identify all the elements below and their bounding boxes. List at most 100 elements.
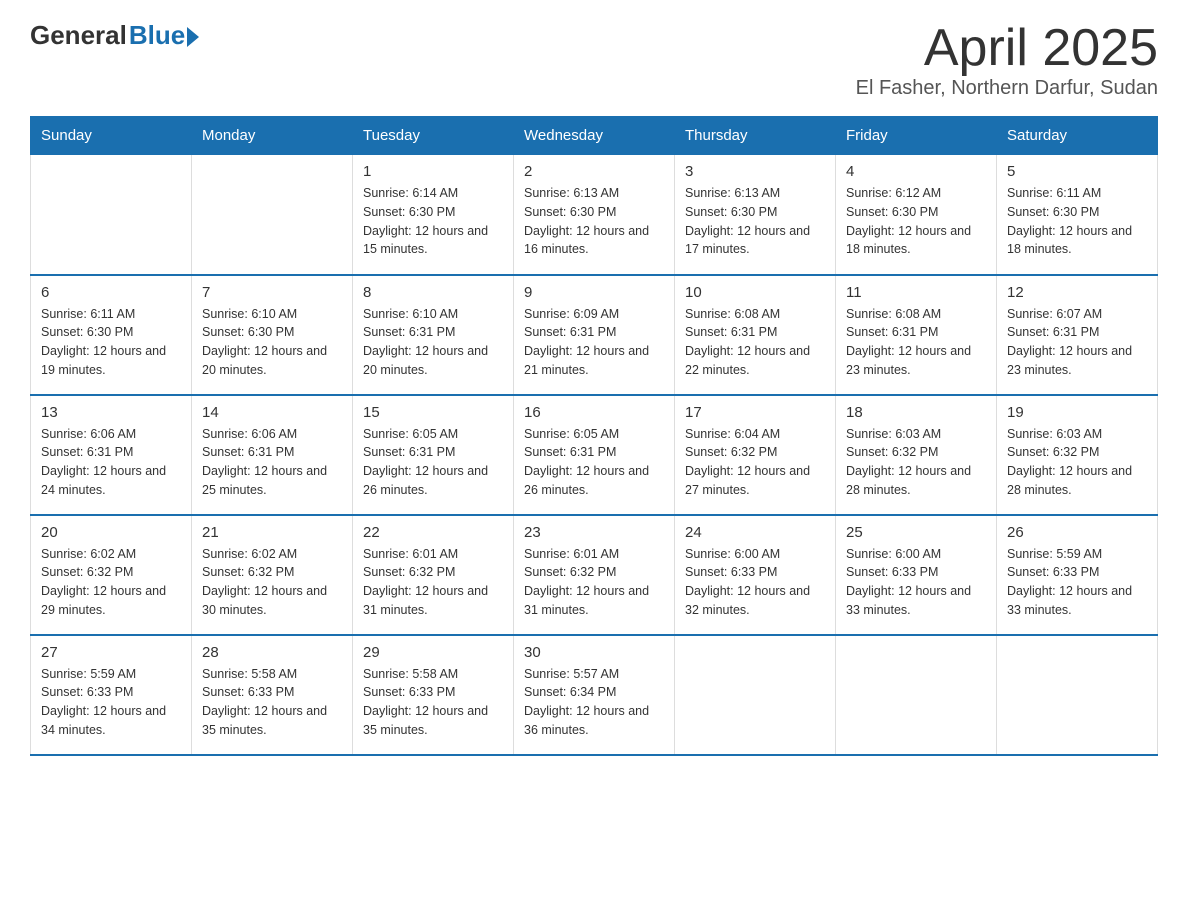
day-info: Sunrise: 6:02 AMSunset: 6:32 PMDaylight:… — [202, 545, 342, 620]
calendar-day-cell — [31, 155, 192, 275]
day-info: Sunrise: 6:07 AMSunset: 6:31 PMDaylight:… — [1007, 305, 1147, 380]
day-info: Sunrise: 5:59 AMSunset: 6:33 PMDaylight:… — [41, 665, 181, 740]
day-info: Sunrise: 6:13 AMSunset: 6:30 PMDaylight:… — [685, 184, 825, 259]
calendar-day-cell — [192, 155, 353, 275]
calendar-week-row: 27 Sunrise: 5:59 AMSunset: 6:33 PMDayligh… — [31, 635, 1158, 755]
calendar-day-cell: 27 Sunrise: 5:59 AMSunset: 6:33 PMDayligh… — [31, 635, 192, 755]
day-number: 26 — [1007, 524, 1147, 541]
day-info: Sunrise: 5:57 AMSunset: 6:34 PMDaylight:… — [524, 665, 664, 740]
day-number: 4 — [846, 163, 986, 180]
day-info: Sunrise: 6:14 AMSunset: 6:30 PMDaylight:… — [363, 184, 503, 259]
day-info: Sunrise: 6:13 AMSunset: 6:30 PMDaylight:… — [524, 184, 664, 259]
logo: General Blue — [30, 20, 199, 51]
logo-blue: Blue — [129, 20, 185, 51]
day-number: 20 — [41, 524, 181, 541]
calendar-day-cell: 4 Sunrise: 6:12 AMSunset: 6:30 PMDaylight… — [836, 155, 997, 275]
calendar-day-cell: 13 Sunrise: 6:06 AMSunset: 6:31 PMDayligh… — [31, 395, 192, 515]
calendar-day-cell: 11Sunrise: 6:08 AMSunset: 6:31 PMDayligh… — [836, 275, 997, 395]
calendar-day-cell: 9Sunrise: 6:09 AMSunset: 6:31 PMDaylight… — [514, 275, 675, 395]
day-number: 7 — [202, 284, 342, 301]
day-number: 18 — [846, 404, 986, 421]
day-number: 3 — [685, 163, 825, 180]
calendar-day-cell: 10 Sunrise: 6:08 AMSunset: 6:31 PMDayligh… — [675, 275, 836, 395]
logo-blue-part: Blue — [129, 20, 199, 51]
day-info: Sunrise: 6:12 AMSunset: 6:30 PMDaylight:… — [846, 184, 986, 259]
col-thursday: Thursday — [675, 117, 836, 155]
calendar-day-cell: 7 Sunrise: 6:10 AMSunset: 6:30 PMDaylight… — [192, 275, 353, 395]
calendar-day-cell: 24 Sunrise: 6:00 AMSunset: 6:33 PMDayligh… — [675, 515, 836, 635]
day-info: Sunrise: 6:00 AMSunset: 6:33 PMDaylight:… — [846, 545, 986, 620]
col-saturday: Saturday — [997, 117, 1158, 155]
calendar-day-cell: 18Sunrise: 6:03 AMSunset: 6:32 PMDayligh… — [836, 395, 997, 515]
calendar-day-cell: 1Sunrise: 6:14 AMSunset: 6:30 PMDaylight… — [353, 155, 514, 275]
calendar-day-cell: 16 Sunrise: 6:05 AMSunset: 6:31 PMDayligh… — [514, 395, 675, 515]
day-number: 28 — [202, 644, 342, 661]
calendar-day-cell: 5Sunrise: 6:11 AMSunset: 6:30 PMDaylight… — [997, 155, 1158, 275]
day-number: 22 — [363, 524, 503, 541]
day-number: 29 — [363, 644, 503, 661]
logo-arrow-icon — [187, 27, 199, 47]
day-info: Sunrise: 6:11 AMSunset: 6:30 PMDaylight:… — [1007, 184, 1147, 259]
day-info: Sunrise: 6:01 AMSunset: 6:32 PMDaylight:… — [524, 545, 664, 620]
calendar-week-row: 1Sunrise: 6:14 AMSunset: 6:30 PMDaylight… — [31, 155, 1158, 275]
day-number: 6 — [41, 284, 181, 301]
calendar-day-cell: 25 Sunrise: 6:00 AMSunset: 6:33 PMDayligh… — [836, 515, 997, 635]
col-monday: Monday — [192, 117, 353, 155]
day-number: 13 — [41, 404, 181, 421]
day-info: Sunrise: 6:11 AMSunset: 6:30 PMDaylight:… — [41, 305, 181, 380]
calendar-day-cell: 15Sunrise: 6:05 AMSunset: 6:31 PMDayligh… — [353, 395, 514, 515]
calendar-day-cell — [836, 635, 997, 755]
day-number: 24 — [685, 524, 825, 541]
calendar-day-cell: 6 Sunrise: 6:11 AMSunset: 6:30 PMDaylight… — [31, 275, 192, 395]
day-info: Sunrise: 6:10 AMSunset: 6:31 PMDaylight:… — [363, 305, 503, 380]
calendar-day-cell: 29Sunrise: 5:58 AMSunset: 6:33 PMDayligh… — [353, 635, 514, 755]
title-block: April 2025 El Fasher, Northern Darfur, S… — [856, 20, 1158, 100]
calendar-day-cell: 22 Sunrise: 6:01 AMSunset: 6:32 PMDayligh… — [353, 515, 514, 635]
day-info: Sunrise: 6:05 AMSunset: 6:31 PMDaylight:… — [524, 425, 664, 500]
calendar-day-cell — [997, 635, 1158, 755]
calendar-header-row: Sunday Monday Tuesday Wednesday Thursday… — [31, 117, 1158, 155]
calendar-week-row: 20 Sunrise: 6:02 AMSunset: 6:32 PMDayligh… — [31, 515, 1158, 635]
day-number: 11 — [846, 284, 986, 301]
day-info: Sunrise: 5:59 AMSunset: 6:33 PMDaylight:… — [1007, 545, 1147, 620]
calendar-day-cell: 23Sunrise: 6:01 AMSunset: 6:32 PMDayligh… — [514, 515, 675, 635]
day-info: Sunrise: 6:04 AMSunset: 6:32 PMDaylight:… — [685, 425, 825, 500]
col-tuesday: Tuesday — [353, 117, 514, 155]
day-info: Sunrise: 6:06 AMSunset: 6:31 PMDaylight:… — [202, 425, 342, 500]
day-info: Sunrise: 6:06 AMSunset: 6:31 PMDaylight:… — [41, 425, 181, 500]
calendar-table: Sunday Monday Tuesday Wednesday Thursday… — [30, 116, 1158, 756]
day-info: Sunrise: 6:10 AMSunset: 6:30 PMDaylight:… — [202, 305, 342, 380]
calendar-day-cell: 28 Sunrise: 5:58 AMSunset: 6:33 PMDayligh… — [192, 635, 353, 755]
calendar-day-cell — [675, 635, 836, 755]
day-info: Sunrise: 6:02 AMSunset: 6:32 PMDaylight:… — [41, 545, 181, 620]
day-info: Sunrise: 6:00 AMSunset: 6:33 PMDaylight:… — [685, 545, 825, 620]
logo-general: General — [30, 20, 127, 51]
calendar-day-cell: 19Sunrise: 6:03 AMSunset: 6:32 PMDayligh… — [997, 395, 1158, 515]
day-number: 10 — [685, 284, 825, 301]
calendar-day-cell: 8Sunrise: 6:10 AMSunset: 6:31 PMDaylight… — [353, 275, 514, 395]
calendar-subtitle: El Fasher, Northern Darfur, Sudan — [856, 77, 1158, 100]
day-info: Sunrise: 6:01 AMSunset: 6:32 PMDaylight:… — [363, 545, 503, 620]
day-number: 25 — [846, 524, 986, 541]
calendar-day-cell: 2Sunrise: 6:13 AMSunset: 6:30 PMDaylight… — [514, 155, 675, 275]
calendar-day-cell: 21 Sunrise: 6:02 AMSunset: 6:32 PMDayligh… — [192, 515, 353, 635]
day-number: 16 — [524, 404, 664, 421]
day-number: 21 — [202, 524, 342, 541]
day-number: 27 — [41, 644, 181, 661]
day-number: 19 — [1007, 404, 1147, 421]
day-number: 9 — [524, 284, 664, 301]
day-number: 17 — [685, 404, 825, 421]
calendar-day-cell: 30Sunrise: 5:57 AMSunset: 6:34 PMDayligh… — [514, 635, 675, 755]
calendar-day-cell: 20 Sunrise: 6:02 AMSunset: 6:32 PMDayligh… — [31, 515, 192, 635]
calendar-week-row: 13 Sunrise: 6:06 AMSunset: 6:31 PMDayligh… — [31, 395, 1158, 515]
calendar-title: April 2025 — [856, 20, 1158, 77]
col-sunday: Sunday — [31, 117, 192, 155]
page-header: General Blue April 2025 El Fasher, North… — [30, 20, 1158, 100]
calendar-day-cell: 26 Sunrise: 5:59 AMSunset: 6:33 PMDayligh… — [997, 515, 1158, 635]
col-friday: Friday — [836, 117, 997, 155]
col-wednesday: Wednesday — [514, 117, 675, 155]
calendar-day-cell: 3 Sunrise: 6:13 AMSunset: 6:30 PMDaylight… — [675, 155, 836, 275]
calendar-day-cell: 17 Sunrise: 6:04 AMSunset: 6:32 PMDayligh… — [675, 395, 836, 515]
day-info: Sunrise: 6:08 AMSunset: 6:31 PMDaylight:… — [685, 305, 825, 380]
day-info: Sunrise: 5:58 AMSunset: 6:33 PMDaylight:… — [202, 665, 342, 740]
